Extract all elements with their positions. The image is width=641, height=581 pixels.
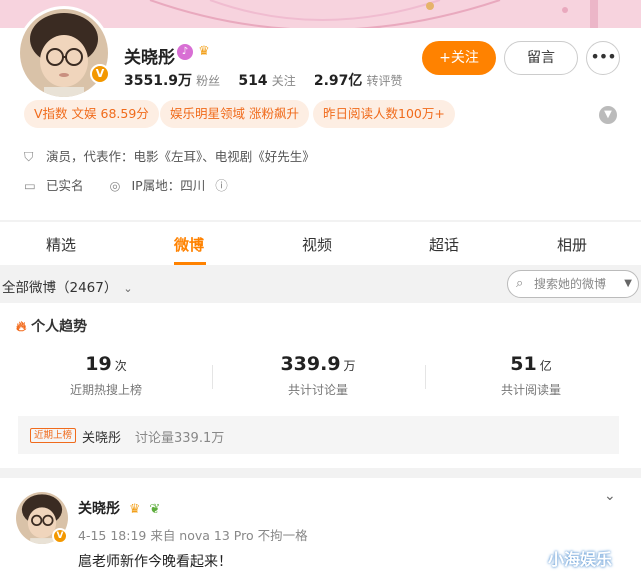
profile-stats: 3551.9万 粉丝 514 关注 2.97亿 转评赞 xyxy=(124,70,417,90)
fire-icon: 🔥︎ xyxy=(16,319,27,335)
profile-name: 关晓彤 xyxy=(124,48,175,68)
tag-readers[interactable]: 昨日阅读人数100万+ xyxy=(313,100,455,128)
chevron-down-icon[interactable]: ▼ xyxy=(624,271,632,297)
feed-filter-bar: 全部微博（2467） ⌄ ⌕ 搜索她的微博 ▼ xyxy=(0,265,641,303)
feed-filter-dropdown[interactable]: 全部微博（2467） ⌄ xyxy=(2,276,133,296)
follow-button[interactable]: +关注 xyxy=(422,41,496,75)
stat-value: 339.9 xyxy=(280,353,341,375)
avatar-frame xyxy=(17,6,111,100)
avatar[interactable] xyxy=(20,9,108,97)
hot-search-row[interactable]: 近期上榜 关晓彤 讨论量339.1万 xyxy=(18,416,619,454)
stat-label: 共计讨论量 xyxy=(287,383,348,397)
reposts-label: 转评赞 xyxy=(366,74,403,88)
shield-icon: ⛉ xyxy=(24,149,34,164)
chevron-down-icon[interactable]: ⌄ xyxy=(604,488,616,504)
stat-unit: 万 xyxy=(343,359,356,373)
tag-v-index[interactable]: V指数 文娱 68.59分 xyxy=(24,100,159,128)
verified-badge: V xyxy=(52,528,68,544)
post-author-text[interactable]: 关晓彤 xyxy=(78,501,120,517)
stat-discussion[interactable]: 339.9 万 共计讨论量 xyxy=(212,353,424,398)
tab-album[interactable]: 相册 xyxy=(557,234,587,255)
occupation-text: 演员，代表作：电影《左耳》、电视剧《好先生》 xyxy=(46,149,315,164)
chevron-down-icon: ⌄ xyxy=(123,282,133,295)
hot-topic-count: 讨论量339.1万 xyxy=(135,431,225,446)
tab-video[interactable]: 视频 xyxy=(302,234,332,255)
stat-label: 共计阅读量 xyxy=(500,383,561,397)
search-icon: ⌕ xyxy=(516,276,524,291)
ip-location-text: IP属地：四川 xyxy=(131,178,206,193)
post-text: 扈老师新作今晚看起来！ xyxy=(78,554,232,570)
chevron-down-icon[interactable]: ▼ xyxy=(599,106,617,124)
search-placeholder: 搜索她的微博 xyxy=(534,277,607,291)
location-icon: ◎ xyxy=(109,178,121,193)
tag-rising[interactable]: 娱乐明星领域 涨粉飙升 xyxy=(160,100,309,128)
profile-tabs: 精选 微博 视频 超话 相册 xyxy=(0,222,641,265)
post-meta: 4-15 18:19 来自 nova 13 Pro 不拘一格 xyxy=(78,528,308,543)
personal-trend-card: 🔥︎ 个人趋势 19 次 近期热搜上榜 339.9 万 共计讨论量 51 亿 共计阅读… xyxy=(0,303,641,468)
tab-weibo[interactable]: 微博 xyxy=(174,234,204,255)
more-icon[interactable]: ••• xyxy=(586,41,620,75)
following-count[interactable]: 514 xyxy=(238,73,267,89)
help-icon[interactable]: ⓘ xyxy=(215,178,228,193)
profile-header: V 关晓彤 ♪ ♛ 3551.9万 粉丝 514 关注 2.97亿 转评赞 +关… xyxy=(0,6,641,220)
tab-super-topic[interactable]: 超话 xyxy=(429,234,459,255)
trend-title-text: 个人趋势 xyxy=(31,319,88,335)
crown-icon[interactable]: ♛ xyxy=(129,502,141,517)
sprout-icon[interactable]: ❦ xyxy=(149,502,160,517)
trend-title: 🔥︎ 个人趋势 xyxy=(16,316,87,336)
stat-value: 19 xyxy=(85,353,112,375)
followers-count[interactable]: 3551.9万 xyxy=(124,73,192,89)
stat-hot-search[interactable]: 19 次 近期热搜上榜 xyxy=(0,353,212,398)
feed-filter-label: 全部微博（2467） xyxy=(2,280,118,296)
crown-icon[interactable]: ♛ xyxy=(196,44,212,60)
hot-topic-name: 关晓彤 xyxy=(82,431,122,446)
watermark: 小海娱乐 xyxy=(548,550,613,569)
weibo-post: V 关晓彤 ♛ ❦ 4-15 18:19 来自 nova 13 Pro 不拘一格… xyxy=(0,478,641,581)
stat-value: 51 xyxy=(510,353,537,375)
reposts-count: 2.97亿 xyxy=(313,73,363,89)
member-icon[interactable]: ♪ xyxy=(177,44,193,60)
stat-reads[interactable]: 51 亿 共计阅读量 xyxy=(425,353,637,398)
post-author-name: 关晓彤 ♛ ❦ xyxy=(78,498,160,518)
search-input[interactable]: ⌕ 搜索她的微博 ▼ xyxy=(507,270,639,298)
stat-unit: 亿 xyxy=(539,359,552,373)
real-name-text: 已实名 xyxy=(46,178,84,193)
tab-featured[interactable]: 精选 xyxy=(46,234,76,255)
info-identity: ▭ 已实名 ◎ IP属地：四川 ⓘ xyxy=(24,175,228,194)
stat-unit: 次 xyxy=(114,359,127,373)
hot-badge: 近期上榜 xyxy=(30,428,77,443)
info-occupation: ⛉ 演员，代表作：电影《左耳》、电视剧《好先生》 xyxy=(24,146,315,165)
followers-label: 粉丝 xyxy=(196,74,221,88)
stat-label: 近期热搜上榜 xyxy=(69,383,142,397)
verified-badge: V xyxy=(90,64,110,84)
id-card-icon: ▭ xyxy=(24,178,36,193)
following-label: 关注 xyxy=(271,74,296,88)
message-button[interactable]: 留言 xyxy=(504,41,578,75)
